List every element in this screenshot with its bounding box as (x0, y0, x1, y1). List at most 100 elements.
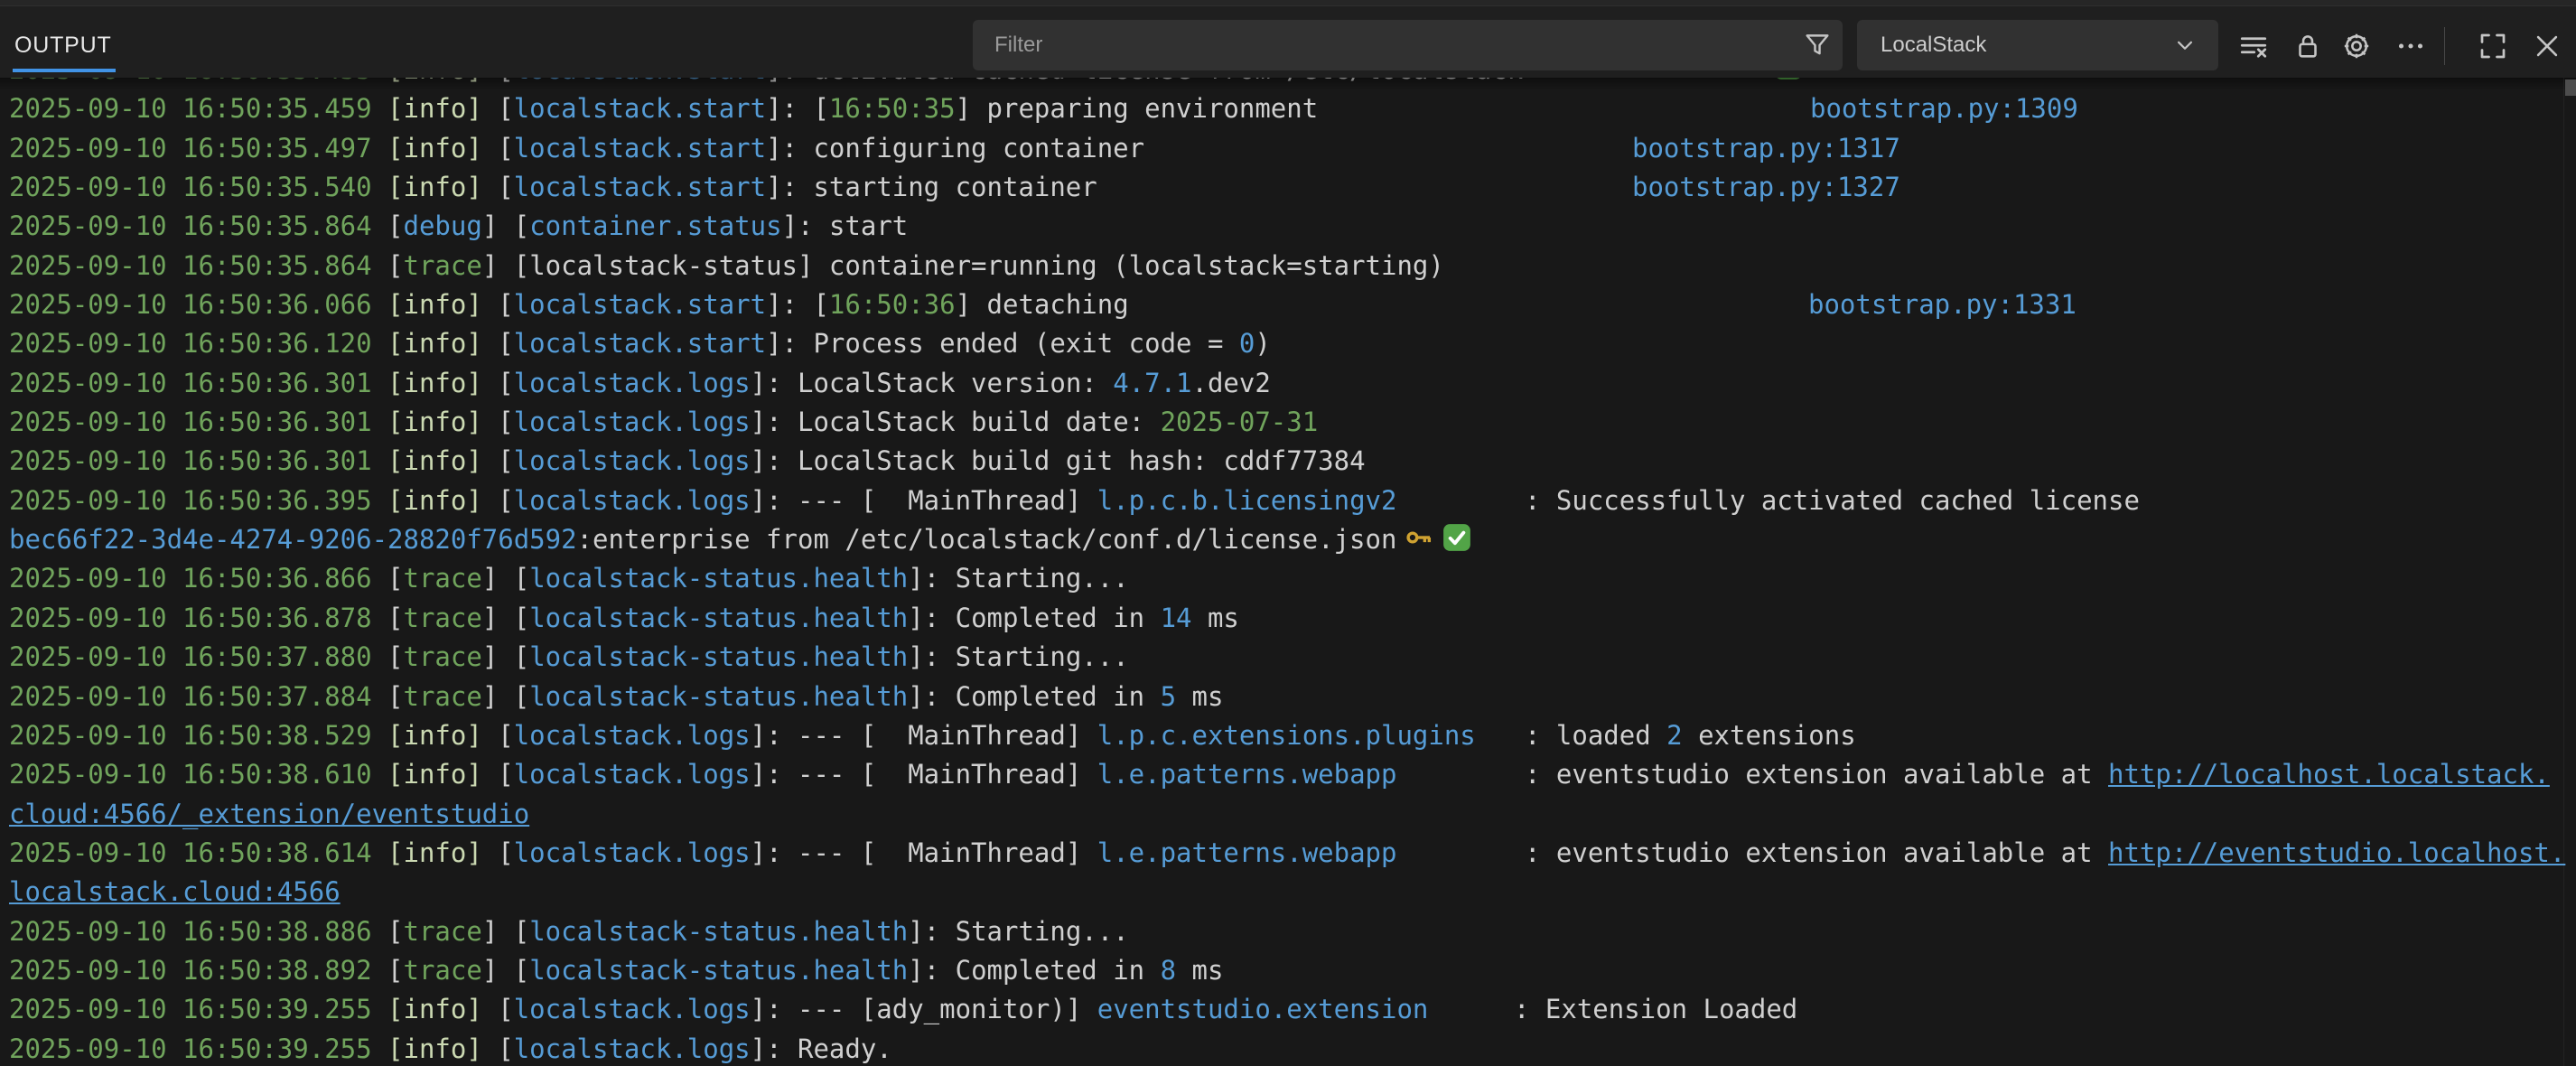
log-segment: [ (482, 368, 514, 398)
chevron-down-icon (2171, 32, 2198, 59)
vertical-scrollbar[interactable] (2563, 78, 2576, 1066)
log-line: 2025-09-10 16:50:39.255 [info] [localsta… (9, 990, 2562, 1029)
log-segment: 2025-09-10 16:50:36.120 (9, 328, 387, 359)
log-segment: 2025-09-10 16:50:39.255 (9, 994, 387, 1024)
log-segment: [ (387, 563, 403, 594)
clear-output-button[interactable] (2233, 25, 2274, 67)
log-segment: l.e.patterns.webapp (1097, 837, 1397, 868)
log-line: 2025-09-10 16:50:37.884 [trace] [localst… (9, 678, 2562, 716)
log-segment: : Extension Loaded (1514, 994, 1797, 1024)
log-segment: 4.7.1 (1113, 368, 1191, 398)
log-segment: 2025-09-10 16:50:36.066 (9, 289, 387, 320)
log-segment: trace (404, 603, 482, 633)
log-segment: [info] (387, 994, 482, 1024)
log-segment: [ (482, 759, 514, 790)
log-segment: localstack.logs (514, 759, 751, 790)
log-segment: localstack.logs (514, 445, 751, 476)
log-link[interactable]: localstack.cloud:4566 (9, 876, 341, 907)
ellipsis-icon (2394, 30, 2427, 62)
maximize-panel-button[interactable] (2472, 25, 2514, 67)
log-segment: ms (1176, 955, 1223, 986)
log-segment: bootstrap.py:1317 (1632, 129, 1900, 168)
log-segment: [ (482, 485, 514, 516)
log-segment: ] detaching (956, 289, 1129, 320)
more-actions-button[interactable] (2390, 25, 2431, 67)
log-segment: [info] (387, 1033, 482, 1064)
log-segment: 2025-09-10 16:50:38.614 (9, 837, 387, 868)
key-icon (1404, 522, 1434, 553)
toolbar-separator (2444, 27, 2445, 65)
log-segment: ]: --- [ady_monitor)] (751, 994, 1097, 1024)
lock-scrolling-button[interactable] (2287, 25, 2329, 67)
log-line: cloud:4566/_extension/eventstudio (9, 795, 2562, 834)
log-line: 2025-09-10 16:50:38.610 [info] [localsta… (9, 755, 2562, 794)
log-line: 2025-09-10 16:50:35.864 [debug] [contain… (9, 207, 2562, 246)
log-segment: bec66f22-3d4e-4274-9206-28820f76d592 (9, 524, 577, 555)
check-icon (1442, 522, 1472, 553)
log-segment: ]: Completed in (908, 681, 1160, 712)
log-segment: bootstrap.py:1331 (1808, 285, 2077, 324)
log-segment: [ (482, 1033, 514, 1064)
output-settings-button[interactable] (2336, 25, 2377, 67)
log-segment: 2025-07-31 (1161, 407, 1319, 437)
log-segment: 2025-09-10 16:50:35.459 (9, 93, 387, 124)
filter-options-button[interactable] (1792, 20, 1843, 70)
log-segment-group: : loaded 2 extensions (1525, 716, 1856, 755)
log-segment: 2025-09-10 16:50:37.880 (9, 641, 387, 672)
log-line: 2025-09-10 16:50:35.497 [info] [localsta… (9, 129, 2562, 168)
log-segment: bootstrap.py:1309 (1810, 89, 2078, 128)
log-segment: : Successfully activated cached license (1525, 485, 2140, 516)
log-segment: [info] (387, 328, 482, 359)
log-segment: [info] (387, 759, 482, 790)
log-segment: ]: LocalStack build git hash: cddf77384 (751, 445, 1366, 476)
log-segment: 2025-09-10 16:50:35.864 (9, 250, 387, 281)
log-segment: 8 (1161, 955, 1176, 986)
log-segment: ] [ (482, 603, 529, 633)
close-panel-button[interactable] (2526, 25, 2568, 67)
log-segment: [info] (387, 837, 482, 868)
log-line: 2025-09-10 16:50:36.878 [trace] [localst… (9, 599, 2562, 638)
log-segment: [info] (387, 407, 482, 437)
tab-output[interactable]: OUTPUT (14, 33, 112, 59)
log-segment: ]: [ (766, 289, 829, 320)
log-line: 2025-09-10 16:50:38.614 [info] [localsta… (9, 834, 2562, 873)
log-segment: trace (404, 955, 482, 986)
log-segment: [ (387, 681, 403, 712)
log-segment-group: : eventstudio extension available at htt… (1525, 755, 2550, 794)
log-segment: localstack.logs (514, 837, 751, 868)
log-segment: ]: [ (766, 93, 829, 124)
log-segment: 2025-09-10 16:50:38.529 (9, 720, 387, 751)
log-segment: debug (404, 210, 482, 241)
log-segment: [ (482, 133, 514, 164)
log-segment: trace (404, 250, 482, 281)
log-segment: localstack.logs (514, 368, 751, 398)
log-segment: l.p.c.b.licensingv2 (1097, 485, 1397, 516)
log-segment: 16:50:35 (829, 93, 956, 124)
log-segment: 2025-09-10 16:50:36.395 (9, 485, 387, 516)
log-segment: localstack.logs (514, 485, 751, 516)
log-segment: eventstudio.extension (1097, 994, 1429, 1024)
log-link[interactable]: cloud:4566/_extension/eventstudio (9, 799, 529, 829)
log-segment: ]: Process ended (exit code = (766, 328, 1239, 359)
log-segment: ] [localstack-status] container=running … (482, 250, 1444, 281)
log-segment: ]: Starting... (908, 641, 1128, 672)
log-segment: 2025-09-10 16:50:35.540 (9, 172, 387, 202)
log-segment: ]: Completed in (908, 955, 1160, 986)
log-segment: ]: --- [ MainThread] (751, 720, 1097, 751)
log-link[interactable]: http://eventstudio.localhost. (2108, 837, 2565, 868)
log-segment: [info] (387, 445, 482, 476)
scrollbar-thumb[interactable] (2565, 79, 2576, 96)
filter-input[interactable] (973, 33, 1792, 58)
log-segment: bootstrap.py:1327 (1632, 168, 1900, 207)
log-segment: ]: Completed in (908, 603, 1160, 633)
log-segment: [info] (387, 368, 482, 398)
panel-sash[interactable] (0, 0, 2576, 6)
log-link[interactable]: http://localhost.localstack. (2108, 759, 2550, 790)
log-line: 2025-09-10 16:50:35.459 [info] [localsta… (9, 89, 2562, 128)
log-line: 2025-09-10 16:50:36.301 [info] [localsta… (9, 442, 2562, 481)
log-segment: ]: configuring container (766, 133, 1144, 164)
output-channel-dropdown[interactable]: LocalStack (1857, 20, 2218, 70)
log-segment: [info] (387, 485, 482, 516)
log-segment: localstack.start (514, 93, 766, 124)
log-segment: localstack.start (514, 172, 766, 202)
